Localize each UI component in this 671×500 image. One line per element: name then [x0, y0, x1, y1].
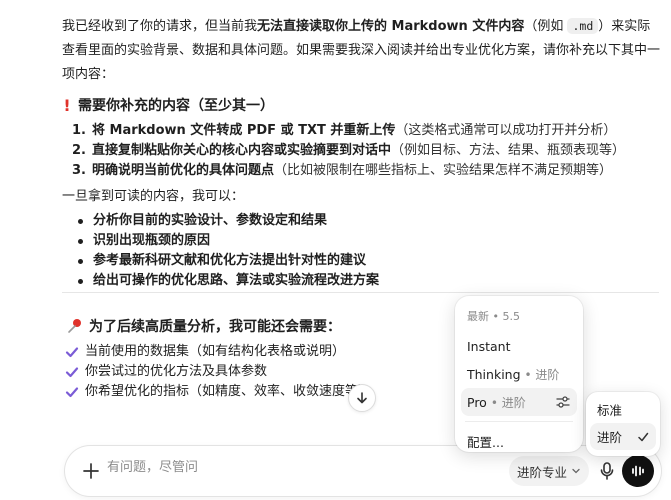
submenu-item-advanced[interactable]: 进阶: [590, 423, 656, 450]
pushpin-icon: [68, 319, 81, 333]
section-divider: [62, 292, 659, 293]
list-number: 2.: [72, 143, 86, 158]
bullet-dot: [78, 238, 83, 244]
menu-separator: [465, 421, 573, 422]
intro-bold: 无法直接读取你上传的 Markdown 文件内容: [257, 19, 525, 34]
voice-mode-button[interactable]: [622, 455, 654, 487]
list-item: 3. 明确说明当前优化的具体问题点（比如被限制在哪些指标上、实验结果怎样不满足预…: [62, 161, 662, 181]
mode-selector-button[interactable]: 进阶专业: [509, 456, 590, 486]
bullet-item: 识别出现瓶颈的原因: [62, 231, 662, 251]
menu-item-pro[interactable]: Pro • 进阶: [461, 388, 577, 416]
list-item-rest: （这类格式通常可以成功打开并分析）: [395, 123, 617, 138]
bullet-dot: [78, 258, 83, 264]
bullet-text: 给出可操作的优化思路、算法或实验流程改进方案: [93, 273, 380, 288]
menu-item-instant[interactable]: Instant: [461, 332, 577, 360]
bullet-text: 参考最新科研文献和优化方法提出针对性的建议: [93, 253, 367, 268]
list-item-rest: （比如被限制在哪些指标上、实验结果怎样不满足预期等）: [274, 163, 613, 178]
check-item: 你尝试过的优化方法及具体参数: [65, 362, 371, 382]
inline-code: .md: [567, 18, 599, 34]
section-title-required: ! 需要你补充的内容（至少其一）: [62, 95, 662, 115]
plus-icon[interactable]: [79, 459, 103, 483]
list-item: 1. 将 Markdown 文件转成 PDF 或 TXT 并重新上传（这类格式通…: [62, 121, 662, 141]
model-menu: 最新 • 5.5 Instant Thinking • 进阶 Pro • 进阶 …: [455, 296, 583, 452]
effort-submenu: 标准 进阶: [586, 392, 660, 456]
microphone-icon[interactable]: [595, 459, 619, 483]
message-content: 我已经收到了你的请求，但当前我无法直接读取你上传的 Markdown 文件内容（…: [62, 14, 662, 291]
list-item-bold: 明确说明当前优化的具体问题点: [92, 163, 275, 178]
list-item-bold: 将 Markdown 文件转成 PDF 或 TXT 并重新上传: [92, 123, 396, 138]
menu-item-sublabel: • 进阶: [490, 395, 526, 410]
checkmark-icon: [65, 347, 79, 358]
bullet-text: 识别出现瓶颈的原因: [93, 233, 211, 248]
check-item: 你希望优化的指标（如精度、效率、收敛速度等）: [65, 382, 371, 402]
check-item-text: 当前使用的数据集（如有结构化表格或说明）: [85, 344, 346, 359]
checkmark-icon: [65, 387, 79, 398]
intro-text-2: （例如: [524, 19, 568, 34]
section-additional: 为了后续高质量分析，我可能还会需要： 当前使用的数据集（如有结构化表格或说明） …: [65, 316, 371, 402]
submenu-item-label: 标准: [597, 403, 623, 418]
prompt-input[interactable]: [107, 460, 407, 475]
chevron-down-icon: [572, 468, 580, 474]
submenu-item-standard[interactable]: 标准: [590, 396, 656, 423]
check-item-text: 你希望优化的指标（如精度、效率、收敛速度等）: [85, 384, 372, 399]
waveform-icon: [632, 465, 644, 477]
menu-item-label: Thinking: [467, 366, 521, 382]
checkmark-icon: [65, 367, 79, 378]
bullet-item: 分析你目前的实验设计、参数设定和结果: [62, 211, 662, 231]
exclamation-icon: !: [63, 95, 71, 115]
section-title-additional: 为了后续高质量分析，我可能还会需要：: [67, 316, 371, 336]
menu-item-thinking[interactable]: Thinking • 进阶: [461, 360, 577, 388]
menu-item-configure[interactable]: 配置...: [461, 427, 577, 455]
check-item: 当前使用的数据集（如有结构化表格或说明）: [65, 342, 371, 362]
mode-selector-label: 进阶专业: [517, 464, 568, 480]
bullet-list: 分析你目前的实验设计、参数设定和结果 识别出现瓶颈的原因 参考最新科研文献和优化…: [62, 211, 662, 291]
bullet-item: 参考最新科研文献和优化方法提出针对性的建议: [62, 251, 662, 271]
submenu-item-label: 进阶: [597, 430, 623, 445]
menu-item-label: 配置...: [467, 434, 504, 450]
numbered-list: 1. 将 Markdown 文件转成 PDF 或 TXT 并重新上传（这类格式通…: [62, 121, 662, 181]
check-list: 当前使用的数据集（如有结构化表格或说明） 你尝试过的优化方法及具体参数 你希望优…: [65, 342, 371, 402]
intro-text: 我已经收到了你的请求，但当前我: [62, 19, 258, 34]
check-item-text: 你尝试过的优化方法及具体参数: [85, 364, 268, 379]
section-title-text: 为了后续高质量分析，我可能还会需要：: [89, 319, 341, 335]
menu-item-label: Pro: [467, 394, 487, 410]
list-item: 2. 直接复制粘贴你关心的核心内容或实验摘要到对话中（例如目标、方法、结果、瓶颈…: [62, 141, 662, 161]
menu-item-sublabel: • 进阶: [524, 367, 560, 382]
menu-item-label: Instant: [467, 338, 511, 354]
sliders-icon[interactable]: [555, 394, 571, 410]
bullet-text: 分析你目前的实验设计、参数设定和结果: [93, 213, 328, 228]
bullet-dot: [78, 278, 83, 284]
check-icon: [638, 432, 649, 442]
list-number: 1.: [72, 123, 86, 138]
bullet-dot: [78, 218, 83, 224]
scroll-down-button[interactable]: [348, 384, 376, 412]
list-item-rest: （例如目标、方法、结果、瓶颈表现等）: [391, 143, 626, 158]
model-menu-header: 最新 • 5.5: [467, 310, 520, 323]
list-number: 3.: [72, 163, 86, 178]
section-title-text: 需要你补充的内容（至少其一）: [78, 98, 274, 114]
bullet-item: 给出可操作的优化思路、算法或实验流程改进方案: [62, 271, 662, 291]
arrow-down-icon: [357, 392, 367, 404]
list-item-bold: 直接复制粘贴你关心的核心内容或实验摘要到对话中: [92, 143, 392, 158]
followup-paragraph: 一旦拿到可读的内容，我可以：: [62, 189, 245, 204]
intro-paragraph: 我已经收到了你的请求，但当前我无法直接读取你上传的 Markdown 文件内容（…: [62, 14, 660, 87]
